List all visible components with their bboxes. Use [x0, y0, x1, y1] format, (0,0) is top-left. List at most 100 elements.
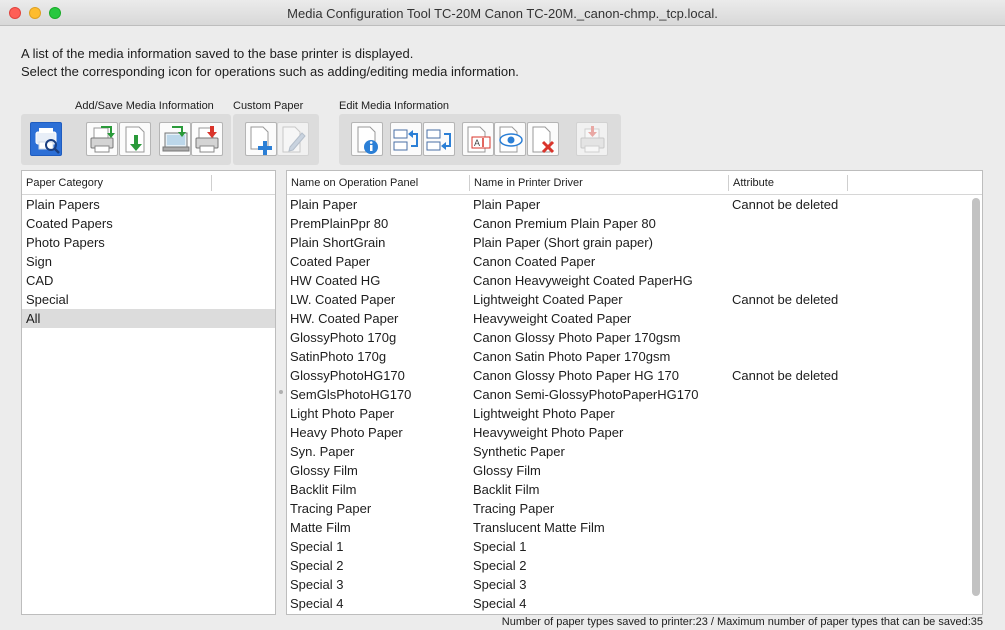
column-separator[interactable]	[211, 175, 212, 191]
printer-driver-name-cell: Canon Coated Paper	[473, 254, 596, 269]
vertical-scrollbar[interactable]	[972, 198, 980, 596]
category-item[interactable]: Plain Papers	[22, 195, 275, 214]
table-row[interactable]: SemGlsPhotoHG170 Canon Semi-GlossyPhotoPa…	[287, 385, 982, 404]
save-to-computer-icon	[162, 126, 190, 152]
paper-category-header-label: Paper Category	[26, 177, 104, 189]
printer-driver-name-cell: Canon Glossy Photo Paper HG 170	[473, 368, 679, 383]
rename-button[interactable]: A	[462, 122, 494, 156]
table-row[interactable]: HW Coated HG Canon Heavyweight Coated Pap…	[287, 271, 982, 290]
printer-driver-name-cell: Canon Semi-GlossyPhotoPaperHG170	[473, 387, 699, 402]
operation-panel-name-cell: GlossyPhotoHG170	[290, 368, 405, 383]
table-row[interactable]: GlossyPhoto 170g Canon Glossy Photo Paper…	[287, 328, 982, 347]
operation-panel-name-cell: GlossyPhoto 170g	[290, 330, 397, 345]
add-save-group-label: Add/Save Media Information	[75, 100, 214, 112]
attribute-cell: Cannot be deleted	[732, 292, 839, 307]
description-line-1: A list of the media information saved to…	[21, 46, 414, 61]
printer-driver-name-cell: Tracing Paper	[473, 501, 555, 516]
table-row[interactable]: Plain Paper Plain Paper Cannot be deleted	[287, 195, 982, 214]
rename-icon: A	[467, 126, 491, 153]
description: A list of the media information saved to…	[21, 45, 519, 81]
media-info-button[interactable]	[351, 122, 383, 156]
printer-driver-name-cell: Canon Premium Plain Paper 80	[473, 216, 656, 231]
printer-update-button[interactable]	[576, 122, 608, 156]
table-row[interactable]: LW. Coated Paper Lightweight Coated Paper…	[287, 290, 982, 309]
save-to-printer-button[interactable]	[191, 122, 223, 156]
paper-category-header[interactable]: Paper Category	[22, 171, 275, 195]
delete-media-button[interactable]	[527, 122, 559, 156]
operation-panel-name-cell: Light Photo Paper	[290, 406, 395, 421]
table-row[interactable]: Syn. Paper Synthetic Paper	[287, 442, 982, 461]
table-row[interactable]: SatinPhoto 170g Canon Satin Photo Paper 1…	[287, 347, 982, 366]
operation-panel-name-cell: PremPlainPpr 80	[290, 216, 389, 231]
table-row[interactable]: Plain ShortGrain Plain Paper (Short grain…	[287, 233, 982, 252]
pane-splitter-handle[interactable]	[279, 390, 283, 396]
media-table-header: Name on Operation Panel Name in Printer …	[287, 171, 982, 195]
table-row[interactable]: Matte Film Translucent Matte Film	[287, 518, 982, 537]
media-table-body: Plain Paper Plain Paper Cannot be deleted P…	[287, 195, 982, 613]
category-item[interactable]: Coated Papers	[22, 214, 275, 233]
move-up-button[interactable]	[390, 122, 422, 156]
column-separator[interactable]	[728, 175, 729, 191]
printer-driver-name-cell: Canon Heavyweight Coated PaperHG	[473, 273, 693, 288]
printer-driver-name-cell: Lightweight Coated Paper	[473, 292, 623, 307]
operation-panel-name-cell: SatinPhoto 170g	[290, 349, 387, 364]
category-item[interactable]: Sign	[22, 252, 275, 271]
show-hide-button[interactable]	[494, 122, 526, 156]
table-row[interactable]: Special 4 Special 4	[287, 594, 982, 613]
printer-search-icon	[35, 128, 60, 154]
save-to-printer-icon	[195, 126, 219, 153]
category-item[interactable]: CAD	[22, 271, 275, 290]
table-row[interactable]: Heavy Photo Paper Heavyweight Photo Paper	[287, 423, 982, 442]
add-from-printer-button[interactable]	[86, 122, 118, 156]
move-down-button[interactable]	[423, 122, 455, 156]
table-row[interactable]: Tracing Paper Tracing Paper	[287, 499, 982, 518]
operation-panel-name-cell: HW Coated HG	[290, 273, 381, 288]
operation-panel-name-cell: Plain Paper	[290, 197, 358, 212]
window-title: Media Configuration Tool TC-20M Canon TC…	[287, 6, 718, 21]
column-header-operation-panel[interactable]: Name on Operation Panel	[291, 177, 418, 189]
table-row[interactable]: Special 3 Special 3	[287, 575, 982, 594]
category-item[interactable]: Photo Papers	[22, 233, 275, 252]
operation-panel-name-cell: Coated Paper	[290, 254, 371, 269]
table-row[interactable]: Special 1 Special 1	[287, 537, 982, 556]
operation-panel-name-cell: Heavy Photo Paper	[290, 425, 403, 440]
add-from-printer-icon	[90, 126, 115, 153]
table-row[interactable]: Coated Paper Canon Coated Paper	[287, 252, 982, 271]
add-custom-paper-button[interactable]	[245, 122, 277, 156]
table-row[interactable]: Backlit Film Backlit Film	[287, 480, 982, 499]
table-row[interactable]: GlossyPhotoHG170 Canon Glossy Photo Paper…	[287, 366, 982, 385]
table-row[interactable]: PremPlainPpr 80 Canon Premium Plain Paper…	[287, 214, 982, 233]
download-media-icon	[125, 126, 145, 153]
download-media-button[interactable]	[119, 122, 151, 156]
add-custom-paper-icon	[250, 126, 272, 155]
printer-driver-name-cell: Plain Paper	[473, 197, 541, 212]
printer-driver-name-cell: Heavyweight Photo Paper	[473, 425, 624, 440]
operation-panel-name-cell: Special 3	[290, 577, 344, 592]
title-bar: Media Configuration Tool TC-20M Canon TC…	[0, 0, 1005, 26]
save-to-computer-button[interactable]	[159, 122, 191, 156]
operation-panel-name-cell: Special 4	[290, 596, 344, 611]
attribute-cell: Cannot be deleted	[732, 197, 839, 212]
category-item[interactable]: Special	[22, 290, 275, 309]
table-row[interactable]: Light Photo Paper Lightweight Photo Paper	[287, 404, 982, 423]
table-row[interactable]: Special 2 Special 2	[287, 556, 982, 575]
printer-driver-name-cell: Glossy Film	[473, 463, 541, 478]
operation-panel-name-cell: Special 2	[290, 558, 344, 573]
operation-panel-name-cell: Glossy Film	[290, 463, 358, 478]
table-row[interactable]: HW. Coated Paper Heavyweight Coated Paper	[287, 309, 982, 328]
category-item[interactable]: All	[22, 309, 275, 328]
column-header-attribute[interactable]: Attribute	[733, 177, 774, 189]
printer-driver-name-cell: Canon Glossy Photo Paper 170gsm	[473, 330, 681, 345]
attribute-cell: Cannot be deleted	[732, 368, 839, 383]
operation-panel-name-cell: Tracing Paper	[290, 501, 372, 516]
edit-custom-paper-button[interactable]	[277, 122, 309, 156]
printer-search-button[interactable]	[30, 122, 62, 156]
operation-panel-name-cell: Special 1	[290, 539, 344, 554]
printer-driver-name-cell: Special 2	[473, 558, 527, 573]
printer-driver-name-cell: Lightweight Photo Paper	[473, 406, 615, 421]
table-row[interactable]: Glossy Film Glossy Film	[287, 461, 982, 480]
column-separator[interactable]	[847, 175, 848, 191]
column-header-printer-driver[interactable]: Name in Printer Driver	[474, 177, 583, 189]
column-separator[interactable]	[469, 175, 470, 191]
operation-panel-name-cell: Plain ShortGrain	[290, 235, 386, 250]
